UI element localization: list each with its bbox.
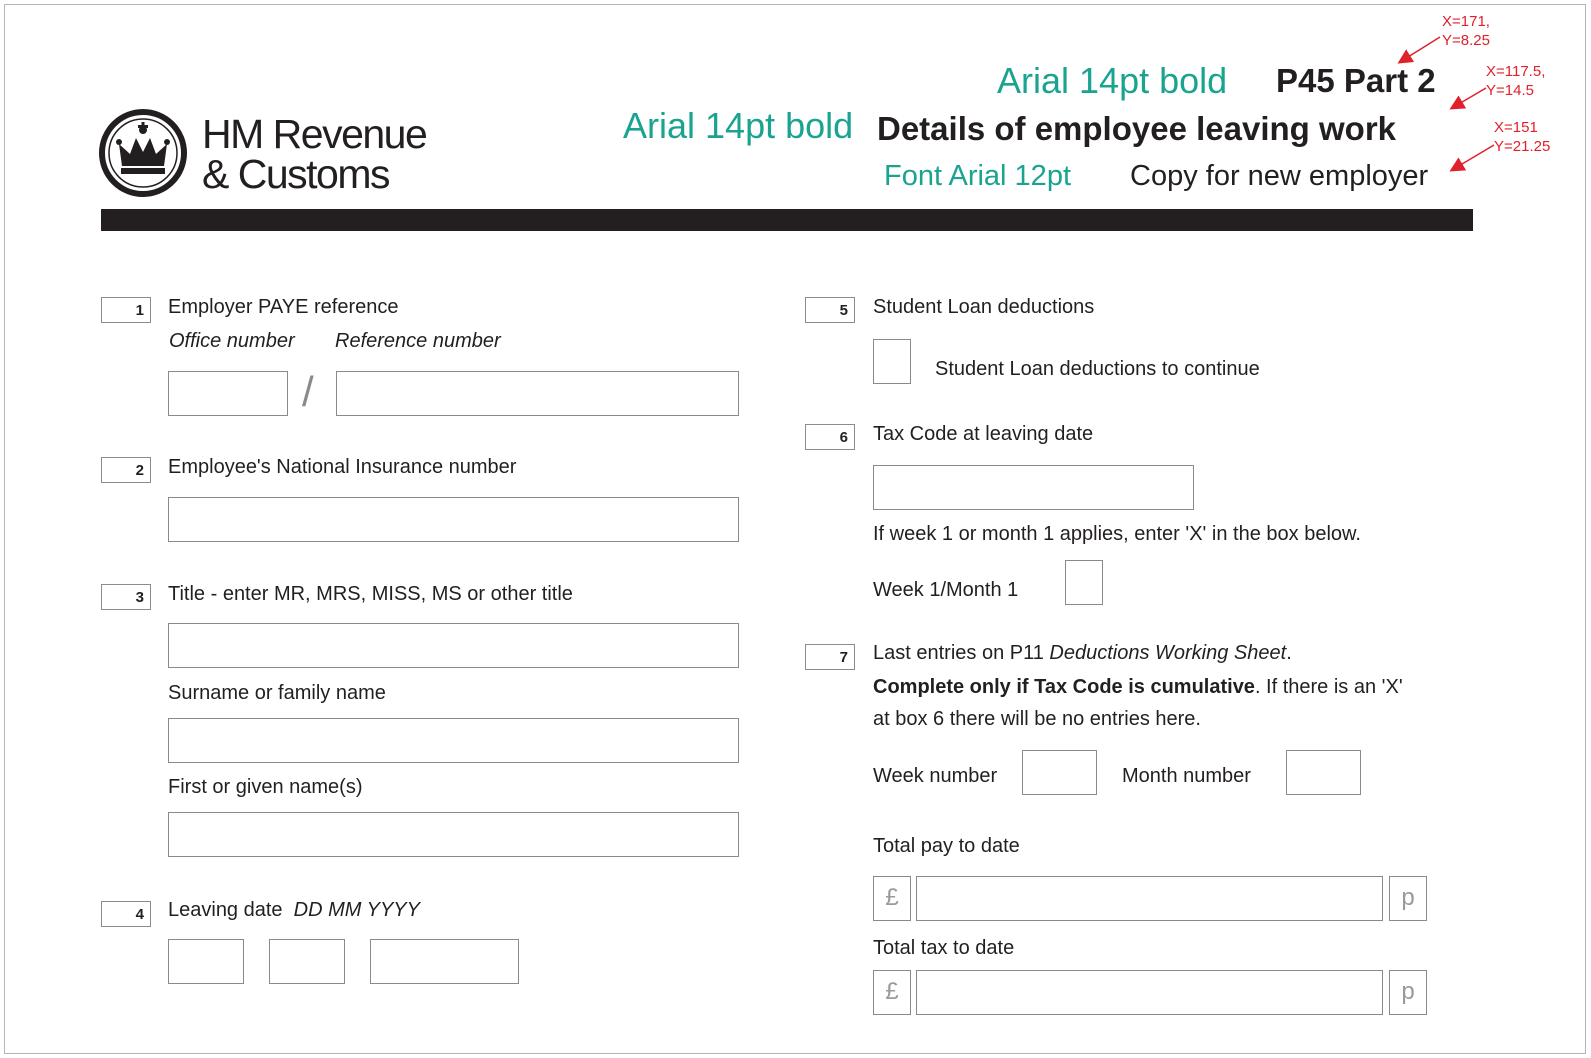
month-number-input[interactable]	[1286, 750, 1361, 795]
header-rule	[101, 209, 1473, 231]
q7-note: Complete only if Tax Code is cumulative.…	[873, 676, 1403, 699]
student-loan-checkbox-label: Student Loan deductions to continue	[935, 358, 1260, 380]
q6-note: If week 1 or month 1 applies, enter 'X' …	[873, 523, 1361, 545]
coordinate-arrows	[1397, 36, 1495, 172]
question-number-5: 5	[805, 297, 855, 323]
month-number-label: Month number	[1122, 765, 1251, 787]
surname-label: Surname or family name	[168, 682, 386, 704]
q7-label-suffix: .	[1286, 642, 1292, 664]
leaving-date-label: Leaving date	[168, 899, 283, 921]
week-number-input[interactable]	[1022, 750, 1097, 795]
q1-reference-number-label: Reference number	[335, 330, 501, 352]
leaving-date-format: DD MM YYYY	[293, 899, 420, 921]
copy-label: Copy for new employer	[1130, 160, 1429, 192]
student-loan-checkbox[interactable]	[873, 339, 911, 384]
q1-label: Employer PAYE reference	[168, 296, 399, 318]
copy-font-annotation: Font Arial 12pt	[884, 160, 1071, 192]
title-font-annotation: Arial 14pt bold	[997, 60, 1228, 101]
title-coord-x: X=171,	[1442, 13, 1490, 30]
total-tax-label: Total tax to date	[873, 937, 1015, 959]
q7-note-line-2: at box 6 there will be no entries here.	[873, 708, 1201, 730]
reference-number-input[interactable]	[336, 371, 739, 416]
firstname-input[interactable]	[168, 812, 739, 857]
week-number-label: Week number	[873, 765, 998, 787]
form-subtitle: Details of employee leaving work	[877, 110, 1397, 147]
total-pay-input[interactable]	[916, 876, 1383, 921]
q7-note-rest: . If there is an 'X'	[1254, 676, 1403, 698]
q7-label-prefix: Last entries on P11	[873, 642, 1050, 664]
q5-label: Student Loan deductions	[873, 296, 1095, 318]
q7-note-bold: Complete only if Tax Code is cumulative	[873, 676, 1255, 698]
total-tax-pound-sign: £	[873, 970, 911, 1015]
q1-office-number-label: Office number	[169, 330, 295, 352]
paye-separator: /	[302, 368, 314, 415]
total-tax-input[interactable]	[916, 970, 1383, 1015]
question-number-6: 6	[805, 424, 855, 450]
firstname-label: First or given name(s)	[168, 776, 363, 798]
tax-code-input[interactable]	[873, 465, 1194, 510]
hmrc-logo: HM Revenue & Customs	[98, 108, 478, 200]
logo-line-1: HM Revenue	[202, 111, 428, 157]
subtitle-arrow	[1449, 87, 1487, 110]
q2-label: Employee's National Insurance number	[168, 456, 517, 478]
logo-line-2: & Customs	[202, 151, 391, 197]
surname-input[interactable]	[168, 718, 739, 763]
leaving-day-input[interactable]	[168, 939, 244, 984]
week1-month1-label: Week 1/Month 1	[873, 579, 1019, 601]
q4-label: Leaving date DD MM YYYY	[168, 899, 420, 922]
total-pay-pence-input[interactable]: p	[1389, 876, 1427, 921]
ni-number-input[interactable]	[168, 497, 739, 542]
crown-crest-icon	[99, 109, 187, 197]
subtitle-font-annotation: Arial 14pt bold	[623, 105, 854, 146]
question-number-1: 1	[101, 297, 151, 323]
leaving-year-input[interactable]	[370, 939, 519, 984]
q6-label: Tax Code at leaving date	[873, 423, 1094, 445]
question-number-3: 3	[101, 584, 151, 610]
leaving-month-input[interactable]	[269, 939, 345, 984]
q7-label-italic: Deductions Working Sheet	[1049, 642, 1287, 664]
office-number-input[interactable]	[168, 371, 288, 416]
title-input[interactable]	[168, 623, 739, 668]
question-number-7: 7	[805, 644, 855, 670]
week1-month1-checkbox[interactable]	[1065, 560, 1103, 605]
total-pay-pound-sign: £	[873, 876, 911, 921]
title-arrow	[1397, 36, 1441, 64]
question-number-4: 4	[101, 901, 151, 927]
copy-arrow	[1449, 144, 1495, 172]
total-tax-pence-input[interactable]: p	[1389, 970, 1427, 1015]
q7-label: Last entries on P11 Deductions Working S…	[873, 642, 1292, 665]
q3-label: Title - enter MR, MRS, MISS, MS or other…	[168, 583, 573, 605]
question-number-2: 2	[101, 457, 151, 483]
total-pay-label: Total pay to date	[873, 835, 1020, 857]
